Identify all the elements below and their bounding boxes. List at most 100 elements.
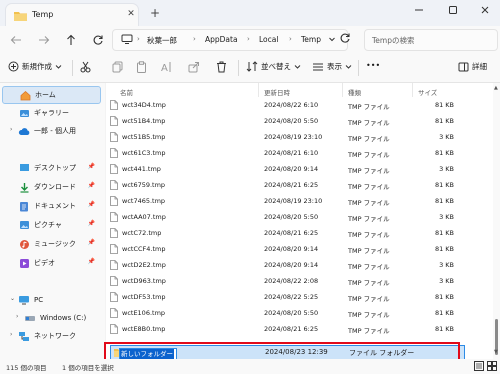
table-row[interactable]: wctCCF4.tmp 2024/08/20 9:14 TMP ファイル 81 KB [106,241,493,257]
sidebar-item-desktop[interactable]: デスクトップ 📌 [2,160,99,176]
sidebar-item-onedrive[interactable]: › 一郎 - 個人用 [2,123,99,139]
refresh-address-icon[interactable] [339,32,351,44]
column-header-type[interactable]: 種類 [348,87,361,97]
row-type: TMP ファイル [348,311,390,319]
table-row[interactable]: wctD963.tmp 2024/08/22 2:08 TMP ファイル 3 KB [106,273,493,289]
row-type: TMP ファイル [348,167,390,175]
sidebar-item-videos[interactable]: ビデオ 📌 [2,255,99,271]
network-icon [18,330,30,342]
file-icon [110,228,118,238]
address-bar[interactable]: › 秋葉一郎 › AppData › Local › Temp [112,29,348,51]
table-row[interactable]: wctC72.tmp 2024/08/21 6:25 TMP ファイル 81 KB [106,225,493,241]
column-header-size[interactable]: サイズ [418,87,437,97]
sidebar-item-windows-drive[interactable]: › Windows (C:) [12,310,99,326]
row-date: 2024/08/22 6:10 [264,101,319,109]
more-options-button[interactable]: ••• [366,61,380,70]
breadcrumb-appdata[interactable]: AppData [205,35,238,44]
table-row[interactable]: wct34D4.tmp 2024/08/22 6:10 TMP ファイル 81 KB [106,97,493,113]
folder-icon [14,10,27,21]
search-input[interactable]: Tempの検索 [364,29,498,51]
table-row[interactable]: wct61C3.tmp 2024/08/21 6:10 TMP ファイル 81 KB [106,145,493,161]
table-row[interactable]: wct7465.tmp 2024/08/19 23:10 TMP ファイル 81 KB [106,193,493,209]
row-size: 81 KB [434,101,454,109]
column-header-date[interactable]: 更新日時 [264,87,290,97]
breadcrumb-temp[interactable]: Temp [301,35,321,44]
table-row[interactable]: wctDF53.tmp 2024/08/22 5:25 TMP ファイル 81 KB [106,289,493,305]
document-icon [18,200,30,212]
breadcrumb-local[interactable]: Local [259,35,278,44]
row-size: 3 KB [439,277,454,285]
back-arrow-icon[interactable] [8,33,24,47]
view-button[interactable]: 表示 [312,61,352,72]
chevron-down-icon[interactable]: ⌄ [10,295,15,302]
row-type: TMP ファイル [348,247,390,255]
details-view-icon[interactable] [474,361,484,371]
sidebar-item-gallery[interactable]: ギャラリー [2,105,99,121]
table-row[interactable]: wctD2E2.tmp 2024/08/20 9:14 TMP ファイル 3 KB [106,257,493,273]
table-row[interactable]: wct6759.tmp 2024/08/21 6:25 TMP ファイル 81 KB [106,177,493,193]
refresh-icon[interactable] [90,33,106,47]
copy-icon[interactable] [112,61,123,73]
table-row[interactable]: wct441.tmp 2024/08/20 9:14 TMP ファイル 3 KB [106,161,493,177]
scroll-down-icon[interactable]: ▼ [494,349,498,355]
up-arrow-icon[interactable] [63,33,79,47]
share-icon[interactable] [188,61,200,73]
chevron-right-icon[interactable]: › [10,331,12,338]
sidebar-item-pc[interactable]: ⌄ PC [2,292,99,308]
details-button[interactable]: 詳細 [458,61,487,72]
row-name: wct61C3.tmp [122,149,166,157]
new-button[interactable]: 新規作成 [8,61,62,72]
chevron-right-icon: › [247,35,250,43]
forward-arrow-icon[interactable] [36,33,52,47]
sidebar-item-downloads[interactable]: ダウンロード 📌 [2,179,99,195]
chevron-down-icon[interactable] [328,35,336,43]
table-row[interactable]: wct51B5.tmp 2024/08/19 23:10 TMP ファイル 3 KB [106,129,493,145]
sort-button[interactable]: 並べ替え [246,61,301,72]
row-size: 3 KB [439,261,454,269]
row-type: TMP ファイル [348,215,390,223]
delete-icon[interactable] [216,61,227,73]
sidebar-item-documents[interactable]: ドキュメント 📌 [2,198,99,214]
tab-temp[interactable]: Temp ✕ [6,4,138,26]
pin-icon: 📌 [87,239,95,246]
chevron-right-icon[interactable]: › [10,126,12,133]
row-name: wct51B4.tmp [122,117,166,125]
table-row[interactable]: wctE106.tmp 2024/08/20 5:50 TMP ファイル 81 KB [106,305,493,321]
chevron-right-icon[interactable]: › [16,313,18,320]
sidebar-label: ネットワーク [34,332,76,340]
minimize-icon[interactable] [408,2,430,18]
tiles-view-icon[interactable] [487,361,497,371]
scroll-up-icon[interactable]: ▲ [494,85,498,91]
table-row[interactable]: wctE8B0.tmp 2024/08/21 6:25 TMP ファイル 81 KB [106,321,493,337]
column-divider[interactable] [412,83,413,97]
row-size: 81 KB [434,293,454,301]
paste-icon[interactable] [136,61,147,73]
column-header-name[interactable]: 名前 [120,87,133,97]
cut-icon[interactable] [80,61,91,73]
table-row[interactable]: wct51B4.tmp 2024/08/20 5:50 TMP ファイル 81 KB [106,113,493,129]
sidebar-item-network[interactable]: › ネットワーク [2,328,99,344]
status-bar: 115 個の項目 1 個の項目を選択 [0,359,500,374]
sidebar-item-pictures[interactable]: ピクチャ 📌 [2,217,99,233]
column-divider[interactable] [342,83,343,97]
vertical-scrollbar[interactable]: ▲ ▼ [493,83,500,359]
breadcrumb-user[interactable]: 秋葉一郎 [147,35,177,46]
sidebar-item-home[interactable]: ホーム [2,86,101,104]
maximize-icon[interactable] [442,2,464,18]
close-tab-icon[interactable]: ✕ [125,8,137,20]
table-row[interactable]: wctAA07.tmp 2024/08/20 5:50 TMP ファイル 3 KB [106,209,493,225]
row-date: 2024/08/21 6:25 [264,325,319,333]
row-name: wctD2E2.tmp [122,261,166,269]
rename-icon[interactable]: A [161,61,173,73]
column-divider[interactable] [258,83,259,97]
file-icon [110,212,118,222]
sidebar-label: ドキュメント [34,202,76,210]
file-icon [110,244,118,254]
row-type: TMP ファイル [348,119,390,127]
chevron-right-icon: › [289,35,292,43]
monitor-icon [121,34,133,44]
sidebar-item-music[interactable]: ミュージック 📌 [2,236,99,252]
new-tab-button[interactable]: + [148,6,162,20]
close-window-icon[interactable] [474,2,496,18]
chevron-down-icon [345,65,352,69]
